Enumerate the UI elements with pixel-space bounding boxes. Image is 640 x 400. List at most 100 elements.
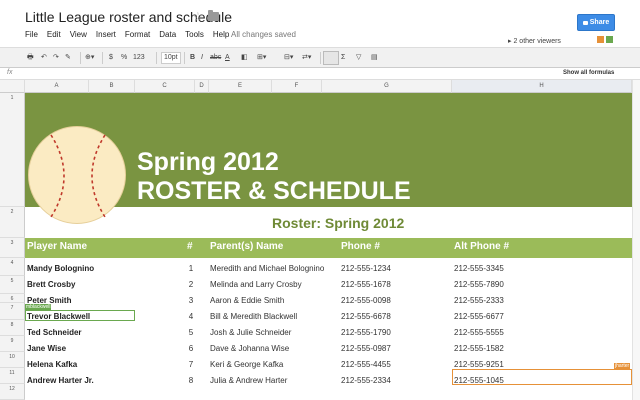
phone-cell[interactable]: 212-555-4455 bbox=[341, 360, 391, 369]
print-icon[interactable]: 🖶 bbox=[27, 53, 34, 63]
strikethrough-button[interactable]: abc bbox=[210, 53, 221, 63]
zoom-icon[interactable]: ⊕▾ bbox=[85, 53, 94, 63]
alt-phone-cell[interactable]: 212-555-6677 bbox=[454, 312, 504, 321]
vertical-scrollbar[interactable] bbox=[632, 80, 640, 400]
share-button[interactable]: Share bbox=[577, 14, 615, 31]
sum-button[interactable]: Σ bbox=[341, 53, 345, 63]
row-header-5[interactable]: 5 bbox=[0, 276, 25, 294]
italic-button[interactable]: I bbox=[201, 53, 203, 63]
row-header-4[interactable]: 4 bbox=[0, 258, 25, 276]
undo-icon[interactable]: ↶ bbox=[41, 53, 47, 63]
player-name-cell[interactable]: Helena Kafka bbox=[27, 360, 77, 369]
currency-format-button[interactable]: $ bbox=[109, 53, 113, 63]
column-header-c[interactable]: C bbox=[135, 80, 195, 93]
star-icon[interactable]: ☆ bbox=[192, 9, 204, 25]
alt-phone-cell[interactable]: 212-555-1582 bbox=[454, 344, 504, 353]
parents-cell[interactable]: Josh & Julie Schneider bbox=[210, 328, 291, 337]
row-header-12[interactable]: 12 bbox=[0, 384, 25, 400]
player-number-cell[interactable]: 6 bbox=[181, 344, 201, 353]
borders-icon[interactable]: ⊞▾ bbox=[257, 53, 266, 63]
player-name-cell[interactable]: Mandy Bolognino bbox=[27, 264, 94, 273]
menu-tools[interactable]: Tools bbox=[185, 30, 204, 39]
redo-icon[interactable]: ↷ bbox=[53, 53, 59, 63]
other-viewers[interactable]: ▸ 2 other viewers bbox=[508, 37, 561, 45]
number-format-button[interactable]: 123 bbox=[133, 53, 145, 63]
menu-view[interactable]: View bbox=[70, 30, 87, 39]
phone-cell[interactable]: 212-555-1234 bbox=[341, 264, 391, 273]
phone-cell[interactable]: 212-555-0098 bbox=[341, 296, 391, 305]
header-player-name[interactable]: Player Name bbox=[27, 241, 87, 252]
column-header-h[interactable]: H bbox=[452, 80, 632, 93]
parents-cell[interactable]: Julia & Andrew Harter bbox=[210, 376, 287, 385]
column-header-b[interactable]: B bbox=[89, 80, 135, 93]
column-header-g[interactable]: G bbox=[322, 80, 452, 93]
phone-cell[interactable]: 212-555-1790 bbox=[341, 328, 391, 337]
phone-cell[interactable]: 212-555-6678 bbox=[341, 312, 391, 321]
column-header-e[interactable]: E bbox=[209, 80, 272, 93]
paint-format-icon[interactable]: ✎ bbox=[65, 53, 71, 63]
alt-phone-cell[interactable]: 212-555-3345 bbox=[454, 264, 504, 273]
player-number-cell[interactable]: 3 bbox=[181, 296, 201, 305]
alt-phone-cell[interactable]: 212-555-7890 bbox=[454, 280, 504, 289]
player-number-cell[interactable]: 5 bbox=[181, 328, 201, 337]
row-header-10[interactable]: 10 bbox=[0, 352, 25, 368]
alt-phone-cell[interactable]: 212-555-9251 bbox=[454, 360, 504, 369]
fill-color-icon[interactable]: ◧ bbox=[241, 53, 248, 63]
menu-help[interactable]: Help bbox=[213, 30, 229, 39]
show-all-formulas-button[interactable]: Show all formulas bbox=[563, 70, 614, 76]
menu-format[interactable]: Format bbox=[125, 30, 150, 39]
wrap-icon[interactable]: ⇄▾ bbox=[302, 53, 311, 63]
player-number-cell[interactable]: 1 bbox=[181, 264, 201, 273]
percent-format-button[interactable]: % bbox=[121, 53, 127, 63]
header-number[interactable]: # bbox=[187, 241, 193, 252]
row-header-1[interactable]: 1 bbox=[0, 93, 25, 207]
parents-cell[interactable]: Bill & Meredith Blackwell bbox=[210, 312, 297, 321]
folder-icon[interactable] bbox=[208, 10, 219, 21]
player-number-cell[interactable]: 7 bbox=[181, 360, 201, 369]
parents-cell[interactable]: Melinda and Larry Crosby bbox=[210, 280, 302, 289]
phone-cell[interactable]: 212-555-1678 bbox=[341, 280, 391, 289]
menu-data[interactable]: Data bbox=[159, 30, 176, 39]
parents-cell[interactable]: Keri & George Kafka bbox=[210, 360, 283, 369]
menu-file[interactable]: File bbox=[25, 30, 38, 39]
parents-cell[interactable]: Aaron & Eddie Smith bbox=[210, 296, 284, 305]
player-name-cell[interactable]: Andrew Harter Jr. bbox=[27, 376, 94, 385]
player-number-cell[interactable]: 8 bbox=[181, 376, 201, 385]
text-color-button[interactable]: A bbox=[225, 53, 230, 63]
column-header-a[interactable]: A bbox=[25, 80, 89, 93]
row-header-8[interactable]: 8 bbox=[0, 320, 25, 336]
menu-insert[interactable]: Insert bbox=[96, 30, 116, 39]
player-name-cell[interactable]: Jane Wise bbox=[27, 344, 66, 353]
select-all-corner[interactable] bbox=[0, 80, 25, 93]
align-icon[interactable] bbox=[323, 51, 339, 65]
player-number-cell[interactable]: 2 bbox=[181, 280, 201, 289]
player-name-cell[interactable]: Brett Crosby bbox=[27, 280, 75, 289]
alt-phone-cell[interactable]: 212-555-2333 bbox=[454, 296, 504, 305]
column-header-f[interactable]: F bbox=[272, 80, 322, 93]
parents-cell[interactable]: Dave & Johanna Wise bbox=[210, 344, 289, 353]
alt-phone-cell[interactable]: 212-555-5555 bbox=[454, 328, 504, 337]
merge-cells-icon[interactable]: ⊟▾ bbox=[284, 53, 293, 63]
column-header-d[interactable]: D bbox=[195, 80, 209, 93]
phone-cell[interactable]: 212-555-0987 bbox=[341, 344, 391, 353]
player-name-cell[interactable]: Ted Schneider bbox=[27, 328, 82, 337]
row-header-6[interactable]: 6 bbox=[0, 294, 25, 303]
player-number-cell[interactable]: 4 bbox=[181, 312, 201, 321]
row-header-9[interactable]: 9 bbox=[0, 336, 25, 352]
header-parents-name[interactable]: Parent(s) Name bbox=[210, 241, 283, 252]
font-size-select[interactable]: 10pt bbox=[161, 52, 181, 64]
filter-icon[interactable]: ▽ bbox=[356, 53, 361, 63]
viewer-avatar-green[interactable] bbox=[606, 36, 613, 43]
row-header-2[interactable]: 2 bbox=[0, 207, 25, 238]
row-header-11[interactable]: 11 bbox=[0, 368, 25, 384]
phone-cell[interactable]: 212-555-2334 bbox=[341, 376, 391, 385]
row-header-7[interactable]: 7 bbox=[0, 303, 25, 320]
header-phone[interactable]: Phone # bbox=[341, 241, 380, 252]
header-alt-phone[interactable]: Alt Phone # bbox=[454, 241, 509, 252]
bold-button[interactable]: B bbox=[190, 53, 195, 63]
row-header-3[interactable]: 3 bbox=[0, 238, 25, 258]
chart-icon[interactable]: ▤ bbox=[371, 53, 378, 63]
menu-edit[interactable]: Edit bbox=[47, 30, 61, 39]
viewer-avatar-orange[interactable] bbox=[597, 36, 604, 43]
roster-heading[interactable]: Roster: Spring 2012 bbox=[272, 215, 404, 231]
